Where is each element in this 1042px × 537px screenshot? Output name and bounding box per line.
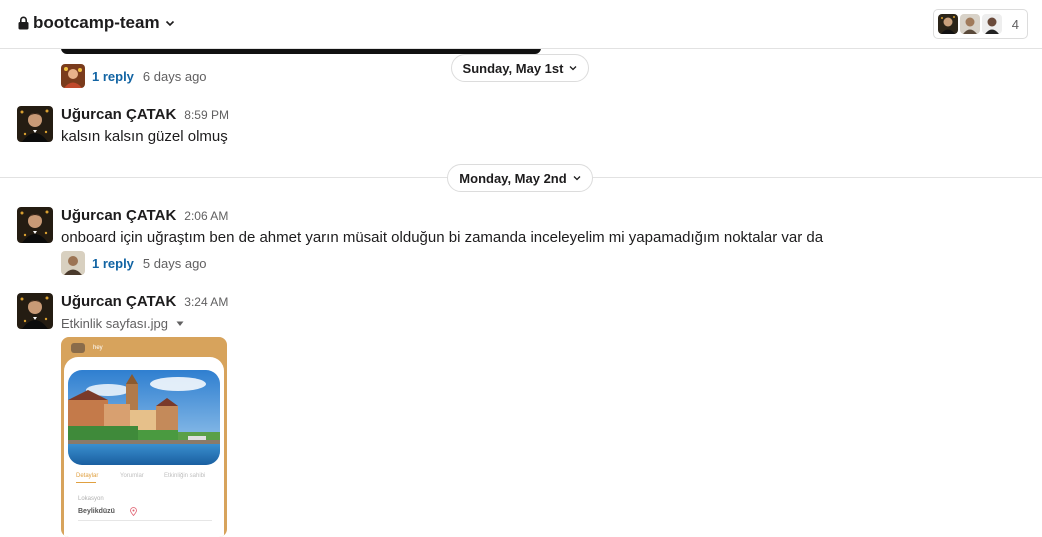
chevron-down-icon: [573, 176, 581, 181]
message-header: Uğurcan ÇATAK 2:06 AM: [61, 207, 228, 224]
message-text: kalsın kalsın güzel olmuş: [61, 128, 228, 145]
sender-name[interactable]: Uğurcan ÇATAK: [61, 106, 176, 123]
lock-icon: [18, 16, 29, 30]
phone-status-text: hey: [93, 345, 103, 351]
date-divider-button[interactable]: Monday, May 2nd: [447, 164, 593, 192]
tab-details: Detaylar: [76, 473, 99, 479]
event-photo: [68, 370, 220, 465]
date-label: Sunday, May 1st: [462, 60, 564, 76]
sender-name[interactable]: Uğurcan ÇATAK: [61, 207, 176, 224]
last-reply-time: 5 days ago: [142, 255, 207, 271]
user-avatar[interactable]: [17, 207, 53, 243]
city-scene-image: [68, 370, 220, 465]
reply-avatar: [61, 251, 85, 275]
image-attachment[interactable]: hey Detaylar Yorumlar Etkinliğin sahibi …: [61, 337, 227, 537]
member-count: 4: [1011, 16, 1019, 32]
date-label: Monday, May 2nd: [459, 170, 567, 186]
last-reply-time: 6 days ago: [142, 68, 207, 84]
location-value: Beylikdüzü: [78, 508, 115, 515]
channel-title-button[interactable]: bootcamp-team: [18, 13, 175, 33]
phone-avatar: [71, 343, 85, 353]
reply-count-link[interactable]: 1 reply: [92, 256, 134, 271]
chevron-down-icon: [569, 66, 577, 71]
file-name: Etkinlik sayfası.jpg: [61, 316, 168, 331]
tab-comments: Yorumlar: [120, 473, 144, 479]
user-avatar-image: [17, 207, 53, 243]
sender-name[interactable]: Uğurcan ÇATAK: [61, 293, 176, 310]
user-avatar[interactable]: [17, 106, 53, 142]
member-list-button[interactable]: 4: [932, 9, 1028, 39]
date-divider-button[interactable]: Sunday, May 1st: [451, 54, 589, 82]
caret-down-icon: [176, 321, 184, 326]
file-name-toggle[interactable]: Etkinlik sayfası.jpg: [61, 316, 184, 331]
message-timestamp[interactable]: 8:59 PM: [184, 108, 229, 122]
message-timestamp[interactable]: 2:06 AM: [184, 209, 228, 223]
user-avatar-image: [17, 106, 53, 142]
member-avatar: [981, 14, 1002, 34]
message-header: Uğurcan ÇATAK 8:59 PM: [61, 106, 229, 123]
chevron-down-icon: [165, 20, 174, 27]
reply-avatar: [61, 64, 85, 88]
location-pin-icon: [130, 507, 137, 516]
thread-replies[interactable]: 1 reply 5 days ago: [61, 251, 207, 275]
member-avatar: [937, 14, 958, 34]
message-header: Uğurcan ÇATAK 3:24 AM: [61, 293, 228, 310]
reply-count-link[interactable]: 1 reply: [92, 69, 134, 84]
user-avatar-image: [17, 293, 53, 329]
user-avatar[interactable]: [17, 293, 53, 329]
field-underline: [78, 520, 212, 521]
tab-event-owner: Etkinliğin sahibi: [164, 473, 206, 479]
member-avatar: [959, 14, 980, 34]
location-label: Lokasyon: [78, 496, 104, 502]
channel-header: bootcamp-team 4: [0, 0, 1042, 49]
thread-replies[interactable]: 1 reply 6 days ago: [61, 64, 207, 88]
active-tab-indicator: [76, 482, 96, 483]
channel-name: bootcamp-team: [33, 13, 160, 32]
message-timestamp[interactable]: 3:24 AM: [184, 295, 228, 309]
message-text: onboard için uğraştım ben de ahmet yarın…: [61, 229, 824, 246]
event-card-preview: Detaylar Yorumlar Etkinliğin sahibi Loka…: [64, 357, 224, 537]
